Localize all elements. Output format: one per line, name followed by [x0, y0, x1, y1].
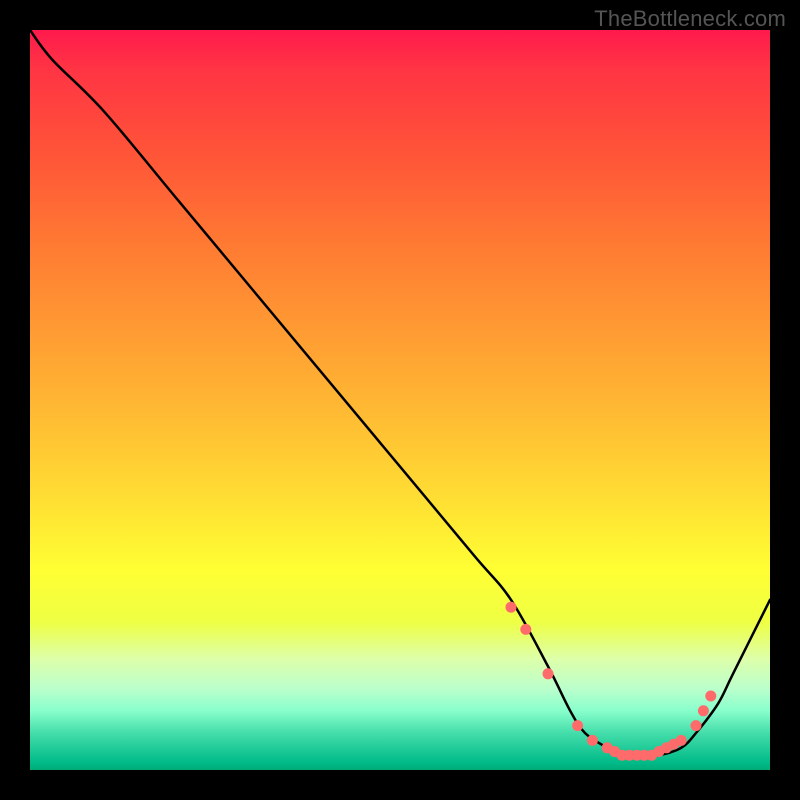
data-marker: [587, 735, 598, 746]
data-marker: [572, 720, 583, 731]
data-marker: [520, 624, 531, 635]
data-marker: [698, 705, 709, 716]
chart-svg: [30, 30, 770, 770]
data-marker: [705, 691, 716, 702]
bottleneck-curve: [30, 30, 770, 756]
data-marker: [676, 735, 687, 746]
data-marker: [543, 668, 554, 679]
chart-plot-area: [30, 30, 770, 770]
data-marker: [691, 720, 702, 731]
watermark-text: TheBottleneck.com: [594, 6, 786, 32]
marker-group: [506, 602, 717, 761]
data-marker: [506, 602, 517, 613]
